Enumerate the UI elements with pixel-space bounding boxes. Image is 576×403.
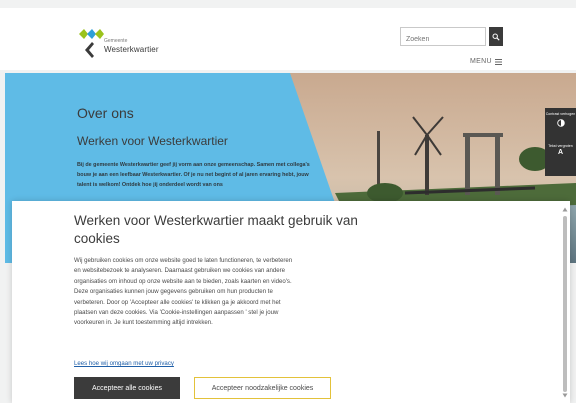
scroll-thumb[interactable] [563,216,567,392]
search [400,27,503,48]
cookie-dialog: Werken voor Westerkwartier maakt gebruik… [12,201,570,403]
cookie-body: Wij gebruiken cookies om onze website go… [74,257,293,327]
accessibility-tools: Contrast verhogen Tekst vergroten A [545,108,576,176]
scroll-up-icon[interactable] [562,206,568,212]
logo-small-text: Gemeente [104,38,128,44]
hamburger-icon [494,58,502,65]
text-size-icon: A [557,148,564,156]
search-icon [492,33,500,41]
logo-mark-icon [79,29,104,58]
logo-name: Westerkwartier [104,45,159,54]
privacy-link[interactable]: Lees hoe wij omgaan met uw privacy [74,360,174,367]
search-field [400,27,486,48]
text-size-toggle[interactable]: Tekst vergroten A [545,144,576,157]
logo[interactable]: Gemeente Westerkwartier [78,28,178,62]
search-input[interactable] [401,31,484,48]
search-button[interactable] [489,27,503,46]
page-subtitle: Werken voor Westerkwartier [77,134,228,148]
menu-button[interactable]: MENU [470,58,502,65]
accept-all-button[interactable]: Accepteer alle cookies [74,377,180,399]
cookie-title: Werken voor Westerkwartier maakt gebruik… [74,213,358,246]
contrast-label: Contrast verhogen [545,112,576,116]
menu-label: MENU [470,58,492,65]
dialog-scrollbar[interactable] [562,206,568,398]
contrast-toggle[interactable]: Contrast verhogen [545,112,576,127]
scroll-down-icon[interactable] [562,392,568,398]
text-size-label: Tekst vergroten [548,144,573,148]
contrast-icon [556,118,565,127]
hero-intro: Bij de gemeente Westerkwartier geef jij … [77,162,310,188]
accept-necessary-button[interactable]: Accepteer noodzakelijke cookies [194,377,331,399]
site-header: Gemeente Westerkwartier MENU [0,8,576,70]
page-title: Over ons [77,105,134,121]
